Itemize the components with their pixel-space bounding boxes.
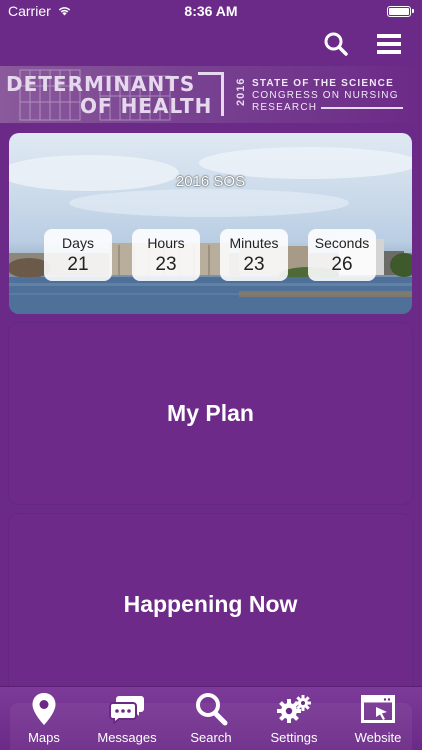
happening-now-button[interactable]: Happening Now [9, 514, 412, 694]
banner-title-line2: OF HEALTH [80, 94, 213, 118]
countdown-card[interactable]: 2016 SOS Days 21 Hours 23 Minutes 23 Sec… [9, 133, 412, 314]
countdown-seconds: Seconds 26 [308, 229, 376, 281]
tab-website-label: Website [354, 730, 402, 745]
countdown-minutes-value: 23 [243, 254, 265, 275]
wifi-icon [57, 3, 72, 19]
countdown-hours-value: 23 [155, 254, 177, 275]
status-bar: Carrier 8:36 AM [0, 0, 422, 22]
skyline-photo [9, 147, 412, 314]
my-plan-button[interactable]: My Plan [9, 323, 412, 504]
countdown-days-value: 21 [67, 254, 89, 275]
countdown-hours-label: Hours [147, 235, 185, 251]
battery-icon [387, 5, 414, 17]
countdown-seconds-value: 26 [331, 254, 353, 275]
banner-subtitle: STATE OF THE SCIENCE CONGRESS ON NURSING… [252, 78, 404, 114]
browser-window-icon [361, 692, 395, 726]
status-left: Carrier [8, 3, 72, 19]
tab-search[interactable]: Search [169, 687, 253, 750]
banner-title-line1: DETERMINANTS [6, 72, 196, 96]
tab-maps-label: Maps [28, 730, 60, 745]
menu-button[interactable] [373, 28, 405, 60]
countdown-days: Days 21 [44, 229, 112, 281]
banner-rule [321, 107, 404, 109]
tab-search-label: Search [190, 730, 232, 745]
banner-subtitle-line1: STATE OF THE SCIENCE [252, 78, 394, 89]
chat-bubbles-icon [109, 692, 145, 726]
banner-subtitle-line3: RESEARCH [252, 102, 318, 113]
banner-subtitle-line2: CONGRESS ON NURSING [252, 90, 399, 101]
tab-bar: Maps Messages Search Settings Website [0, 686, 422, 750]
tab-maps[interactable]: Maps [2, 687, 86, 750]
countdown-title: 2016 SOS [175, 173, 246, 190]
search-icon [194, 692, 228, 726]
conference-banner: DETERMINANTS OF HEALTH 2016 STATE OF THE… [0, 66, 422, 123]
search-button[interactable] [320, 28, 352, 60]
tab-settings[interactable]: Settings [252, 687, 336, 750]
tab-website[interactable]: Website [336, 687, 420, 750]
my-plan-label: My Plan [167, 400, 254, 426]
tab-settings-label: Settings [270, 730, 318, 745]
countdown-minutes-label: Minutes [229, 235, 279, 251]
search-icon [324, 32, 348, 56]
map-pin-icon [31, 692, 57, 726]
tab-messages[interactable]: Messages [85, 687, 169, 750]
nav-bar [0, 22, 422, 66]
happening-now-label: Happening Now [123, 590, 298, 617]
carrier-label: Carrier [8, 3, 51, 19]
banner-frame-decoration [198, 72, 224, 116]
hamburger-menu-icon [377, 34, 401, 54]
gears-icon [276, 692, 312, 726]
tab-messages-label: Messages [97, 730, 157, 745]
banner-year: 2016 [235, 77, 247, 106]
countdown-days-label: Days [62, 235, 94, 251]
countdown-minutes: Minutes 23 [220, 229, 288, 281]
countdown-hours: Hours 23 [132, 229, 200, 281]
countdown-seconds-label: Seconds [314, 235, 370, 251]
